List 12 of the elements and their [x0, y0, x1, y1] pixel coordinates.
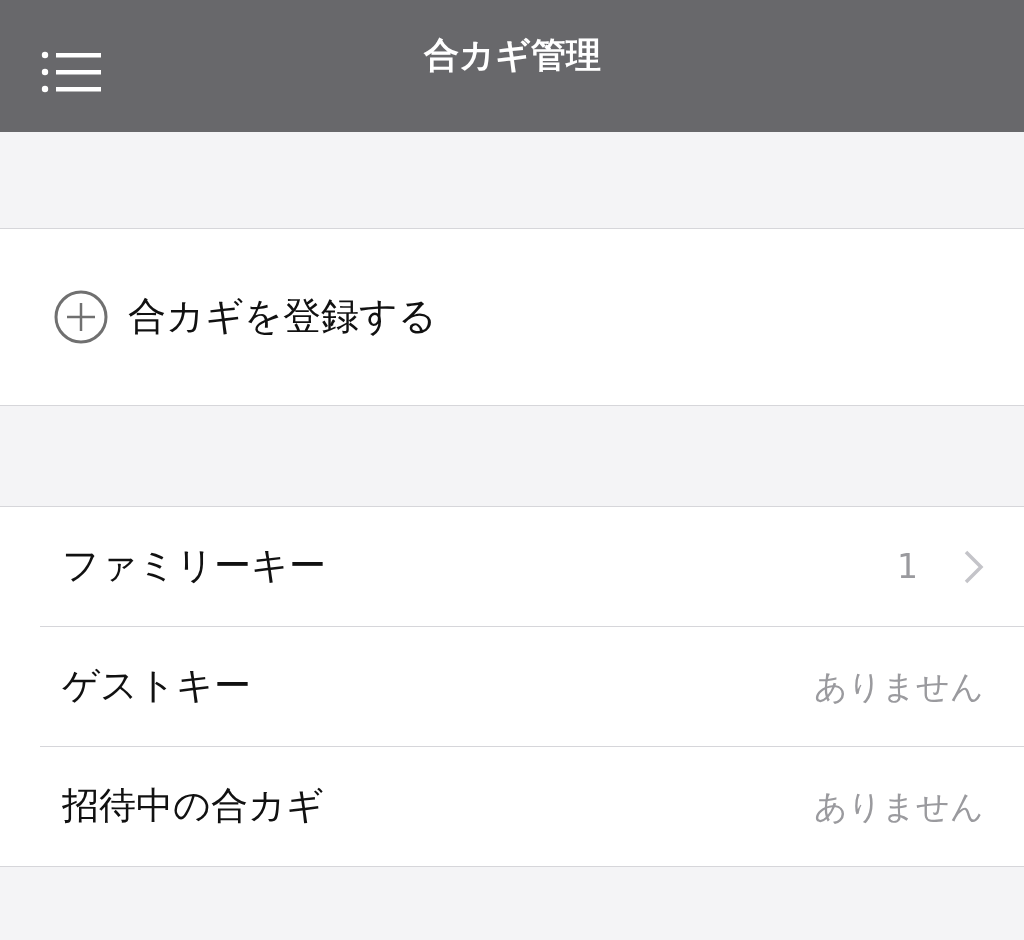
item-label: 招待中の合カギ — [62, 784, 324, 829]
item-status: ありません — [814, 666, 984, 707]
key-list-item[interactable]: 招待中の合カギ ありません — [0, 747, 1024, 866]
register-key-button[interactable]: 合カギを登録する — [54, 290, 437, 344]
item-label: ファミリーキー — [62, 544, 326, 589]
key-list-item[interactable]: ゲストキー ありません — [0, 627, 1024, 746]
screen-title: 合カギ管理 — [423, 38, 601, 73]
item-count: 1 — [897, 546, 918, 587]
item-status: ありません — [814, 786, 984, 827]
key-list-item[interactable]: ファミリーキー 1 — [0, 507, 1024, 626]
item-label: ゲストキー — [62, 664, 251, 709]
plus-circle-icon — [54, 290, 108, 344]
